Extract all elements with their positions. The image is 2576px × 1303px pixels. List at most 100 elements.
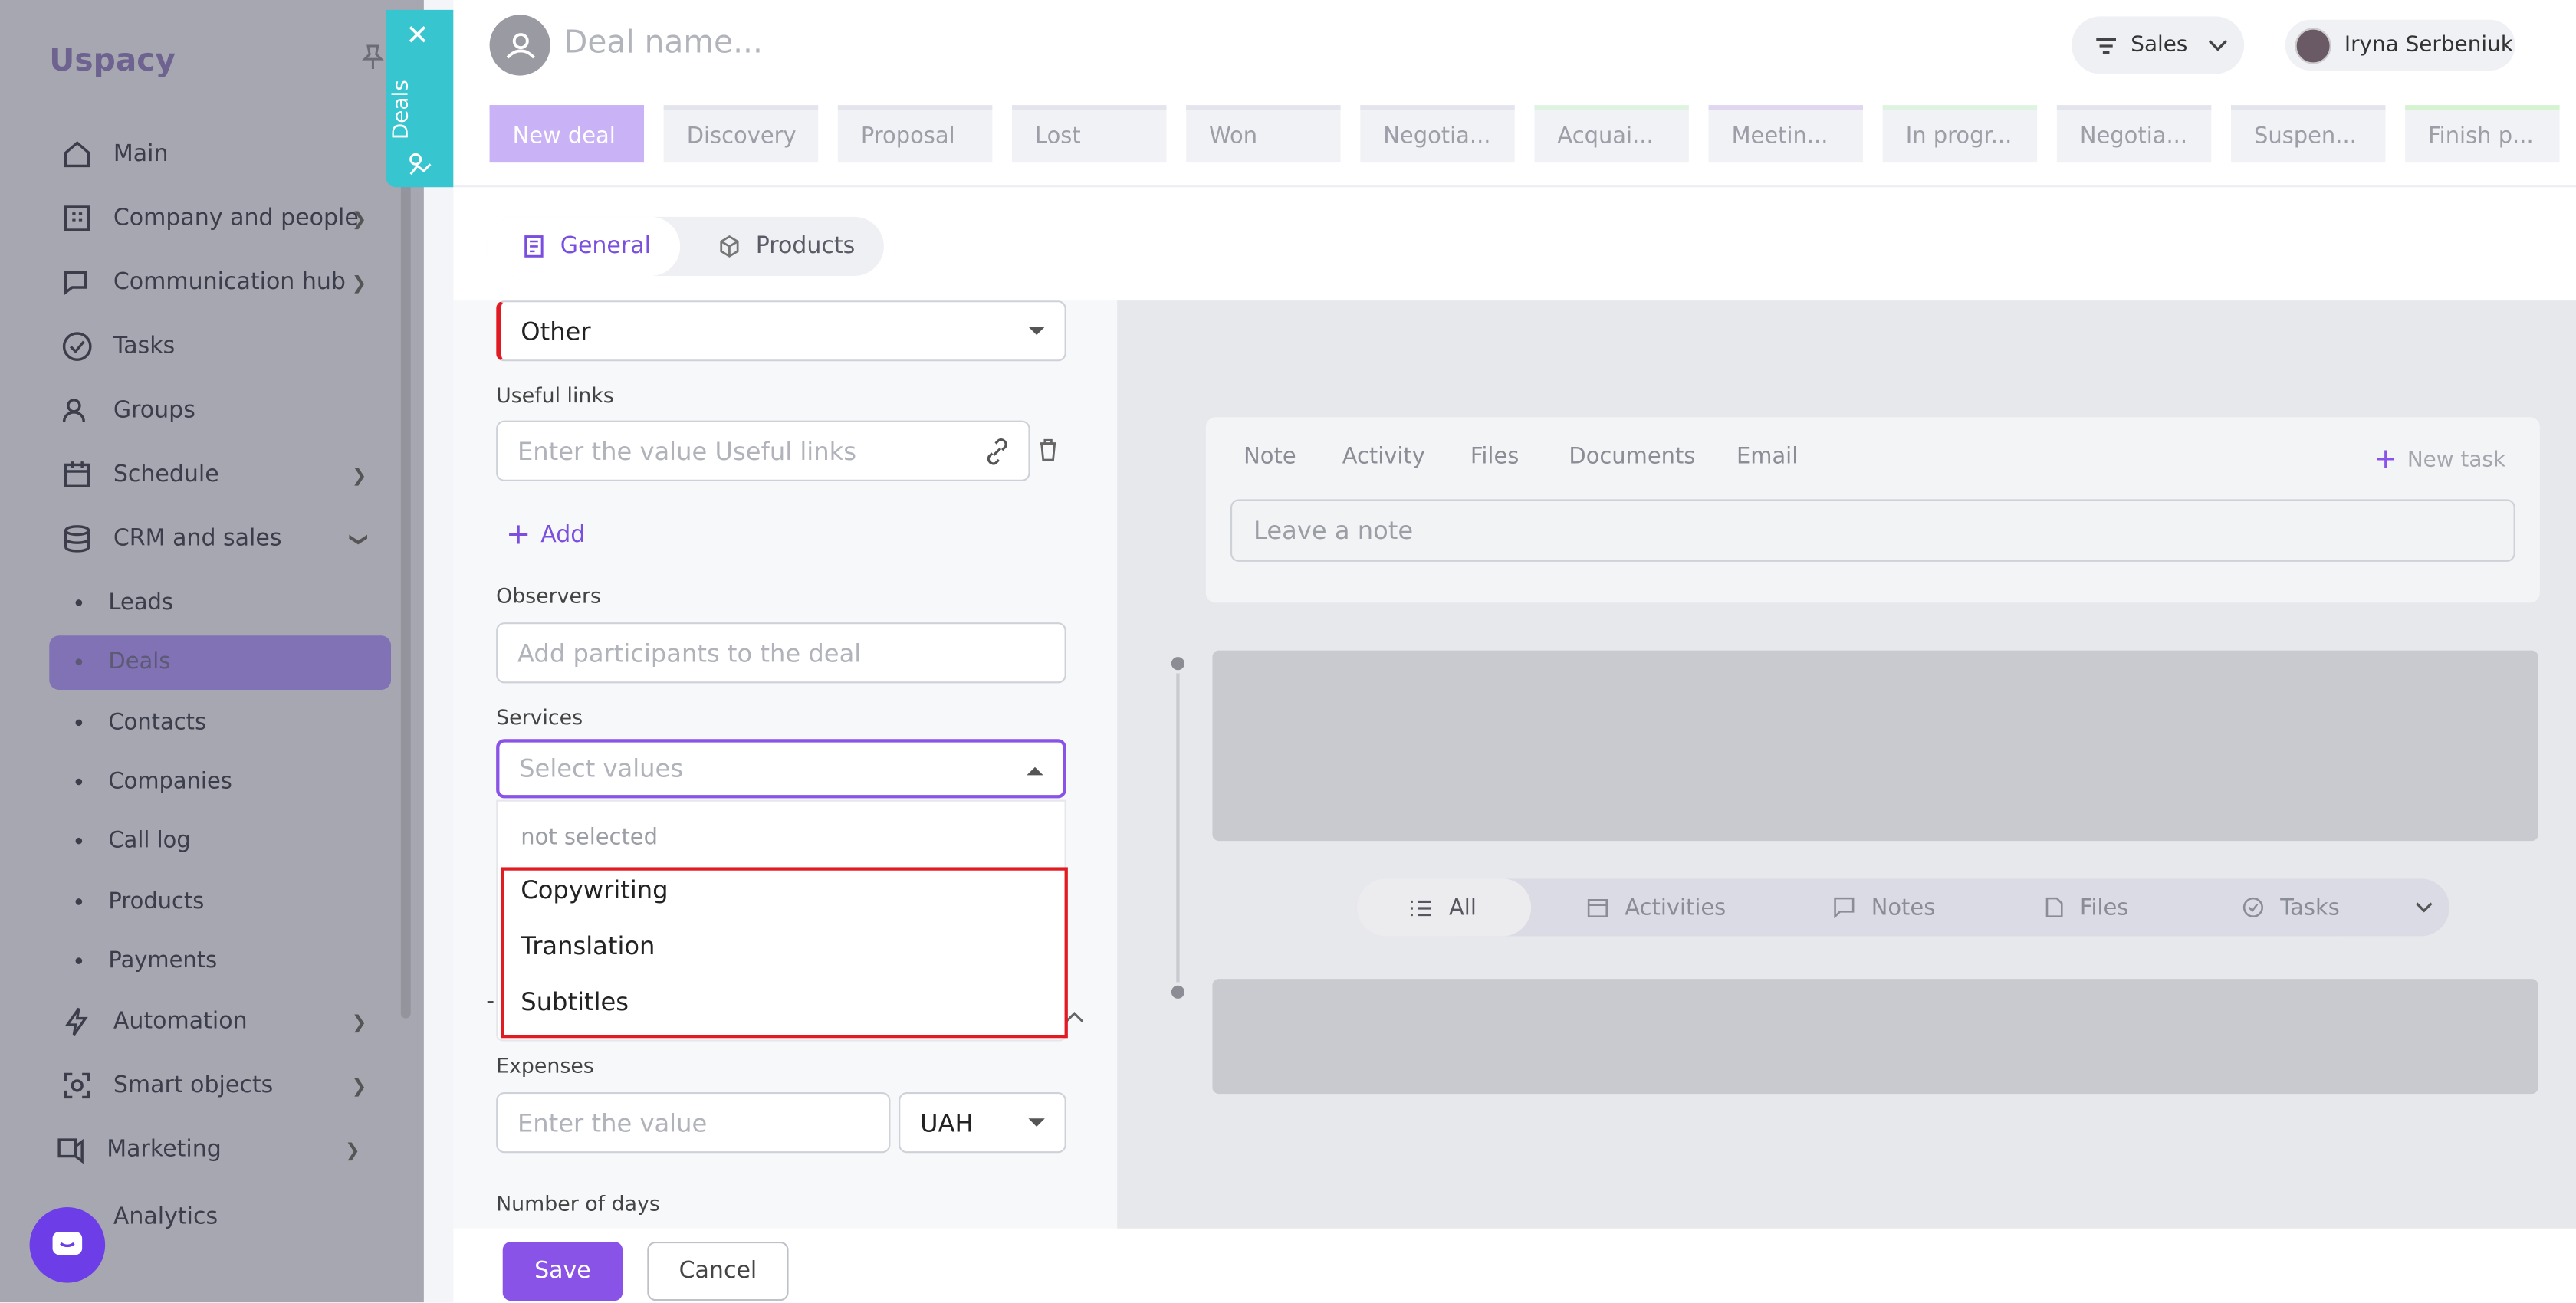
tab-email[interactable]: Email	[1737, 444, 1798, 470]
sidebar-subitem-payments[interactable]: Payments	[75, 943, 218, 979]
tab-files[interactable]: Files	[1470, 444, 1519, 470]
check-circle-icon	[59, 329, 95, 365]
pin-icon[interactable]	[361, 44, 384, 71]
sidebar-item-company-and-people[interactable]: Company and people ❯	[59, 199, 366, 238]
sidebar-subitem-label: Contacts	[108, 709, 207, 736]
note-placeholder: Leave a note	[1254, 515, 1414, 546]
caret-down-icon	[1028, 1118, 1045, 1127]
filter-label: Files	[2079, 894, 2129, 921]
new-task-button[interactable]: + New task	[2374, 444, 2505, 477]
services-label: Services	[496, 704, 583, 730]
sidebar-subitem-products[interactable]: Products	[75, 884, 205, 920]
plus-icon: +	[506, 517, 531, 552]
deal-name-input[interactable]: Deal name...	[564, 25, 763, 61]
sidebar-item-label: Tasks	[113, 333, 176, 360]
services-select[interactable]: Select values	[496, 739, 1066, 799]
stage-tab[interactable]: In progr...	[1882, 105, 2038, 163]
useful-links-input[interactable]: Enter the value Useful links	[496, 420, 1030, 481]
sidebar-subitem-leads[interactable]: Leads	[75, 585, 173, 621]
sidebar-scrollbar[interactable]	[400, 49, 411, 1019]
sidebar-subitem-label: Payments	[108, 947, 218, 974]
deals-side-tab[interactable]: ✕ Deals	[386, 9, 454, 188]
sidebar-item-schedule[interactable]: Schedule ❯	[59, 455, 366, 494]
sidebar-item-main[interactable]: Main	[59, 135, 168, 174]
tab-general[interactable]: General	[486, 216, 681, 276]
source-select[interactable]: Other	[496, 300, 1066, 362]
filter-activities[interactable]: Activities	[1587, 878, 1726, 936]
stage-tab[interactable]: Acquai...	[1534, 105, 1689, 163]
stage-tab[interactable]: Lost	[1012, 105, 1167, 163]
uspacy-logo: Uspacy	[49, 42, 176, 79]
services-placeholder: Select values	[519, 753, 684, 784]
sidebar-subitem-deals[interactable]: Deals	[75, 644, 171, 680]
tab-activity[interactable]: Activity	[1342, 444, 1425, 470]
chevron-right-icon: ❯	[351, 271, 367, 294]
option-not-selected[interactable]: not selected	[521, 825, 658, 851]
sidebar-subitem-companies[interactable]: Companies	[75, 763, 232, 799]
stage-tab[interactable]: Meetin...	[1708, 105, 1863, 163]
sidebar-item-crm-and-sales[interactable]: CRM and sales ❯	[59, 519, 370, 558]
stage-tab[interactable]: Negotia...	[1360, 105, 1515, 163]
user-chip[interactable]: Iryna Serbeniuk	[2285, 19, 2515, 71]
stage-tab[interactable]: New deal	[489, 105, 644, 163]
timeline-dot	[1168, 982, 1188, 1003]
pipeline-select[interactable]: Sales	[2072, 16, 2245, 74]
filter-label: Activities	[1625, 894, 1727, 921]
link-icon[interactable]	[982, 437, 1012, 467]
sidebar-item-tasks[interactable]: Tasks	[59, 327, 175, 366]
stage-tab[interactable]: Negotia...	[2056, 105, 2212, 163]
sidebar-item-label: Automation	[113, 1008, 248, 1035]
loading-skeleton	[1212, 650, 2538, 842]
note-input[interactable]: Leave a note	[1230, 499, 2515, 562]
stage-tab[interactable]: Proposal	[837, 105, 993, 163]
chevron-down-icon	[2207, 38, 2227, 51]
filter-tasks[interactable]: Tasks	[2242, 878, 2340, 936]
sidebar-item-groups[interactable]: Groups	[59, 391, 196, 430]
filter-files[interactable]: Files	[2045, 878, 2128, 936]
stage-tab[interactable]: Discovery	[663, 105, 819, 163]
sidebar-subitem-contacts[interactable]: Contacts	[75, 704, 207, 740]
chevron-down-icon[interactable]	[2415, 878, 2433, 936]
cancel-button[interactable]: Cancel	[647, 1242, 789, 1301]
sidebar-item-automation[interactable]: Automation ❯	[59, 1002, 366, 1041]
add-label: Add	[540, 521, 586, 548]
new-task-label: New task	[2407, 447, 2506, 473]
general-form: Other Useful links Enter the value Usefu…	[453, 300, 1118, 1229]
stage-tab[interactable]: Finish p...	[2405, 105, 2560, 163]
sidebar-subitem-call-log[interactable]: Call log	[75, 823, 191, 859]
sidebar-item-communication-hub[interactable]: Communication hub ❯	[59, 263, 366, 302]
sidebar-item-label: Analytics	[113, 1203, 219, 1230]
sidebar-subitem-label: Deals	[108, 648, 171, 675]
add-link-button[interactable]: + Add	[506, 517, 585, 552]
file-icon	[2045, 897, 2064, 918]
filter-notes[interactable]: Notes	[1833, 878, 1935, 936]
expenses-input[interactable]: Enter the value	[496, 1092, 891, 1154]
trash-icon[interactable]	[1038, 438, 1058, 461]
stage-tab[interactable]: Won	[1186, 105, 1341, 163]
close-icon[interactable]: ✕	[406, 20, 429, 53]
source-value: Other	[521, 316, 591, 346]
sidebar-item-marketing[interactable]: Marketing ❯	[53, 1130, 360, 1169]
comment-icon	[1833, 897, 1855, 918]
tab-products[interactable]: Products	[718, 217, 855, 276]
marketing-icon	[53, 1131, 89, 1167]
filter-all[interactable]: All	[1357, 878, 1532, 937]
support-chat-button[interactable]	[29, 1207, 106, 1283]
tab-documents[interactable]: Documents	[1569, 444, 1695, 470]
sidebar-item-label: Smart objects	[113, 1072, 274, 1099]
check-circle-icon	[2242, 897, 2264, 918]
stage-tab[interactable]: Suspen...	[2231, 105, 2386, 163]
stage-bar: New deal Discovery Proposal Lost Won Negotia.…	[489, 105, 2560, 163]
sidebar-item-smart-objects[interactable]: Smart objects ❯	[59, 1066, 366, 1105]
tab-label: General	[560, 233, 651, 260]
observers-input[interactable]: Add participants to the deal	[496, 622, 1066, 684]
tab-note[interactable]: Note	[1244, 444, 1296, 470]
sidebar-subitem-label: Products	[108, 888, 205, 915]
sidebar-item-label: Marketing	[107, 1136, 222, 1164]
document-icon	[522, 235, 545, 258]
deal-avatar[interactable]	[489, 15, 550, 76]
save-button[interactable]: Save	[502, 1242, 623, 1301]
pipeline-label: Sales	[2131, 32, 2188, 57]
currency-select[interactable]: UAH	[899, 1092, 1066, 1154]
plus-icon: +	[2374, 443, 2397, 477]
